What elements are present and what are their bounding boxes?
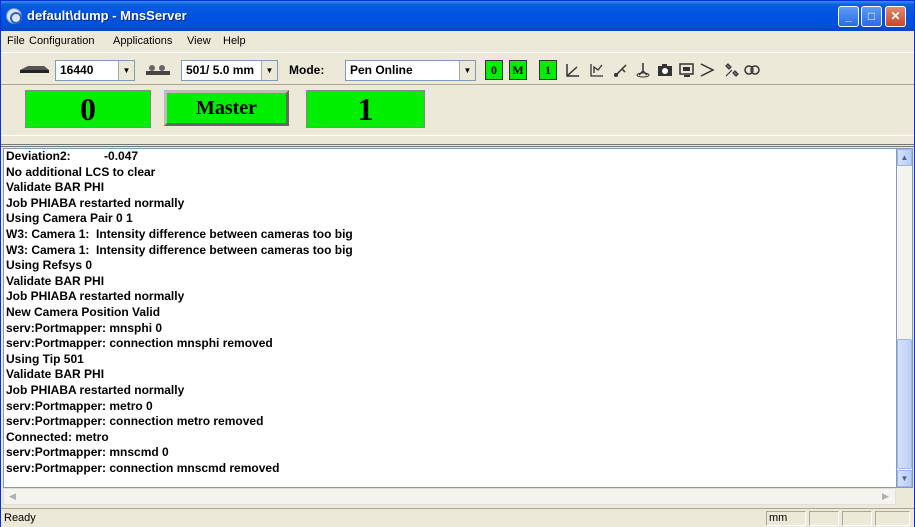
window-title: default\dump - MnsServer <box>27 8 187 23</box>
log-line: Using Tip 501 <box>6 351 84 366</box>
log-line: serv:Portmapper: metro 0 <box>6 398 153 413</box>
minimize-button[interactable]: _ <box>838 6 859 27</box>
right-status-display: 1 <box>306 90 425 128</box>
log-line: Using Camera Pair 0 1 <box>6 211 133 226</box>
app-icon[interactable] <box>6 8 22 24</box>
indicator-1[interactable]: 1 <box>539 60 557 80</box>
title-bar[interactable]: default\dump - MnsServer _ □ ✕ <box>1 1 914 31</box>
log-line: No additional LCS to clear <box>6 164 156 179</box>
scan-icon[interactable] <box>588 61 606 79</box>
scroll-thumb[interactable] <box>897 339 912 469</box>
mode-combo[interactable]: Pen Online ▼ <box>345 60 476 81</box>
scroll-right-icon[interactable]: ▶ <box>877 489 894 504</box>
probe-icon[interactable] <box>612 61 630 79</box>
log-line: Using Refsys 0 <box>6 258 93 273</box>
scroll-down-icon[interactable]: ▼ <box>897 470 912 487</box>
chevron-down-icon[interactable]: ▼ <box>261 61 277 80</box>
log-line: Job PHIABA restarted normally <box>6 289 185 304</box>
camera-icon[interactable] <box>656 61 674 79</box>
vertical-scrollbar[interactable]: ▲ ▼ <box>896 148 913 488</box>
status-text: Ready <box>4 512 36 524</box>
unit-pane: mm <box>766 511 806 526</box>
tip-icon[interactable] <box>144 62 172 78</box>
tip-combo-value: 501/ 5.0 mm <box>186 63 255 77</box>
probe-combo[interactable]: 16440 ▼ <box>55 60 135 81</box>
mode-combo-value: Pen Online <box>350 63 413 77</box>
close-button[interactable]: ✕ <box>885 6 906 27</box>
status-pane <box>809 511 839 526</box>
log-line: serv:Portmapper: connection mnsphi remov… <box>6 336 273 351</box>
menu-help[interactable]: Help <box>223 35 246 47</box>
indicator-0[interactable]: 0 <box>485 60 503 80</box>
target-icon[interactable] <box>634 61 652 79</box>
status-pane <box>842 511 872 526</box>
menu-configuration[interactable]: Configuration <box>29 35 94 47</box>
probe-combo-value: 16440 <box>60 63 94 77</box>
log-line: W3: Camera 1: Intensity difference betwe… <box>6 226 353 241</box>
log-line: serv:Portmapper: connection metro remove… <box>6 414 264 429</box>
master-button[interactable]: Master <box>164 90 289 126</box>
menu-bar: File Configuration Applications View Hel… <box>1 31 914 51</box>
probe-type-icon[interactable] <box>18 62 51 76</box>
splitter[interactable] <box>1 135 914 147</box>
menu-view[interactable]: View <box>187 35 211 47</box>
menu-file[interactable]: File <box>7 35 25 47</box>
chevron-down-icon[interactable]: ▼ <box>459 61 475 80</box>
scroll-up-icon[interactable]: ▲ <box>897 149 912 166</box>
pair-icon[interactable] <box>743 61 761 79</box>
log-line: Job PHIABA restarted normally <box>6 195 185 210</box>
forward-icon[interactable] <box>698 61 716 79</box>
menu-applications[interactable]: Applications <box>113 35 172 47</box>
mode-label: Mode: <box>289 63 325 77</box>
display-icon[interactable] <box>678 61 696 79</box>
log-line: Validate BAR PHI <box>6 367 105 382</box>
log-line: Deviation2: -0.047 <box>6 149 139 163</box>
log-line: Connected: metro <box>6 429 109 444</box>
log-line: Job PHIABA restarted normally <box>6 382 185 397</box>
status-bar: Ready mm <box>1 508 914 527</box>
left-status-display: 0 <box>25 90 151 128</box>
log-line: serv:Portmapper: mnscmd 0 <box>6 445 169 460</box>
log-line: Validate BAR PHI <box>6 180 105 195</box>
maximize-button[interactable]: □ <box>861 6 882 27</box>
log-line: New Camera Position Valid <box>6 304 161 319</box>
log-line: W3: Camera 1: Intensity difference betwe… <box>6 242 353 257</box>
tools-icon[interactable] <box>723 61 741 79</box>
log-line: serv:Portmapper: connection mnscmd remov… <box>6 460 280 475</box>
log-line: Validate BAR PHI <box>6 273 105 288</box>
main-window: default\dump - MnsServer _ □ ✕ File Conf… <box>0 0 915 527</box>
status-pane <box>875 511 910 526</box>
log-output[interactable]: Deviation2: -0.047 No additional LCS to … <box>3 148 896 488</box>
horizontal-scrollbar[interactable]: ◀ ▶ <box>3 488 896 505</box>
axis-icon[interactable] <box>564 61 582 79</box>
tip-combo[interactable]: 501/ 5.0 mm ▼ <box>181 60 278 81</box>
chevron-down-icon[interactable]: ▼ <box>118 61 134 80</box>
log-line: serv:Portmapper: mnsphi 0 <box>6 320 163 335</box>
indicator-master[interactable]: M <box>509 60 527 80</box>
scroll-left-icon[interactable]: ◀ <box>4 489 21 504</box>
